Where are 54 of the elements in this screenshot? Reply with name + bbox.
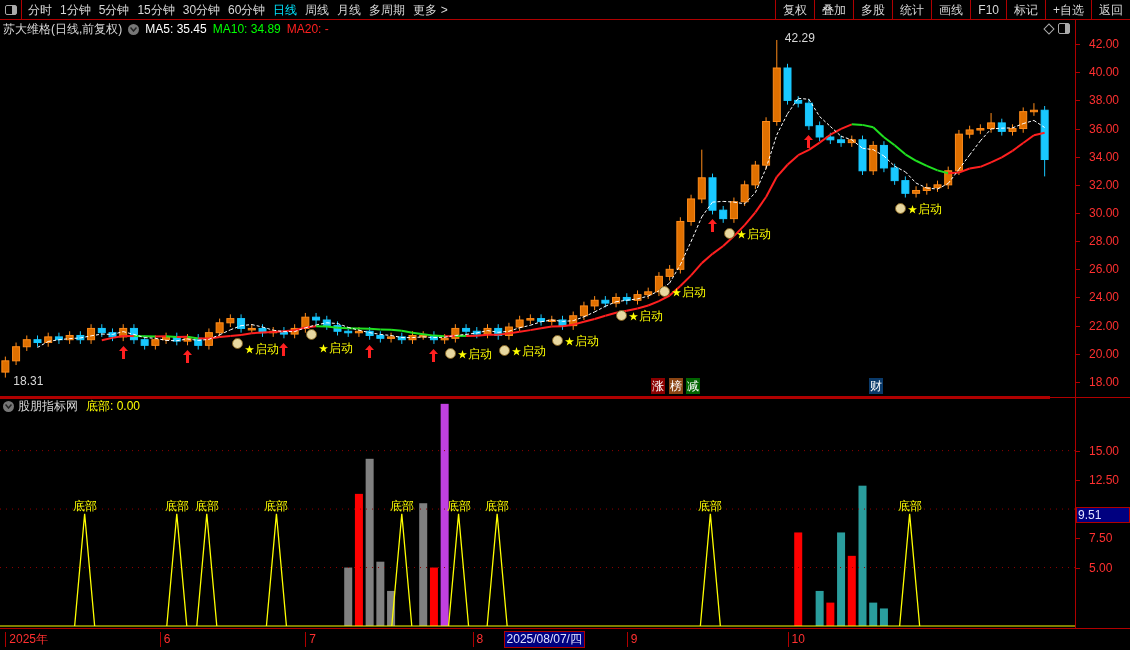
signal-label: 底部 (194, 498, 219, 513)
signal-label: 启动 (254, 343, 279, 357)
indicator-title: 股朋指标网 (18, 398, 78, 415)
signal-label: 底部 (264, 498, 289, 513)
axis-label: 30.00 (1089, 206, 1120, 220)
indicator-reading: 底部: 0.00 (86, 398, 141, 415)
axis-label: 34.00 (1089, 149, 1120, 164)
date-label: 10 (787, 632, 805, 647)
signal-label: 底部 (164, 498, 189, 513)
axis-label: 22.00 (1089, 318, 1120, 333)
signal-label: 启动 (918, 202, 942, 216)
date-label: 7 (305, 632, 317, 647)
signal-label: 底部 (698, 498, 723, 513)
signal-label: 启动 (521, 344, 546, 358)
axis-label: 5.00 (1089, 560, 1113, 575)
signal-label: 启动 (575, 334, 600, 348)
ma-legend: MA20: - (286, 20, 329, 38)
axis-label: 42.00 (1089, 37, 1120, 52)
date-label: 9 (626, 632, 638, 647)
signal-label: 底部 (897, 498, 922, 513)
stock-title: 苏大维格(日线,前复权) (3, 21, 123, 38)
axis-label: 28.00 (1089, 234, 1120, 249)
axis-label: 24.00 (1089, 290, 1120, 305)
axis-label: 32.00 (1089, 177, 1120, 192)
price-label: 18.31 (13, 373, 44, 388)
signal-label: 底部 (389, 498, 414, 513)
date-label: 6 (159, 632, 171, 647)
signal-label: 启动 (328, 341, 353, 355)
axis-label: 36.00 (1089, 121, 1120, 136)
badge: 榜 (668, 378, 683, 394)
signal-label: 启动 (468, 347, 492, 361)
axis-label: 26.00 (1089, 262, 1120, 277)
axis-label: 20.00 (1089, 346, 1120, 361)
badge: 减 (685, 378, 700, 394)
date-cursor-label: 2025/08/07/四 (503, 631, 585, 648)
axis-label: 38.00 (1089, 93, 1120, 108)
ma-legend: MA5: 35.45 (145, 20, 207, 38)
signal-label: 启动 (682, 285, 707, 299)
price-label: 42.29 (784, 31, 815, 45)
signal-label: 启动 (746, 227, 771, 241)
axis-label: 18.00 (1089, 374, 1120, 389)
badge: 财 (868, 378, 883, 394)
signal-label: 启动 (639, 309, 664, 323)
axis-label: 40.00 (1089, 65, 1120, 80)
ma-legend: MA10: 34.89 (212, 20, 281, 38)
axis-label: 12.50 (1089, 472, 1120, 487)
date-label: 2025年 (5, 632, 49, 647)
signal-label: 底部 (485, 498, 510, 513)
axis-label: 7.50 (1089, 531, 1113, 546)
signal-label: 底部 (72, 498, 97, 513)
current-value-label: 9.51 (1076, 506, 1130, 523)
axis-label: 15.00 (1089, 443, 1120, 458)
date-label: 8 (472, 632, 484, 647)
badge: 涨 (651, 378, 666, 394)
